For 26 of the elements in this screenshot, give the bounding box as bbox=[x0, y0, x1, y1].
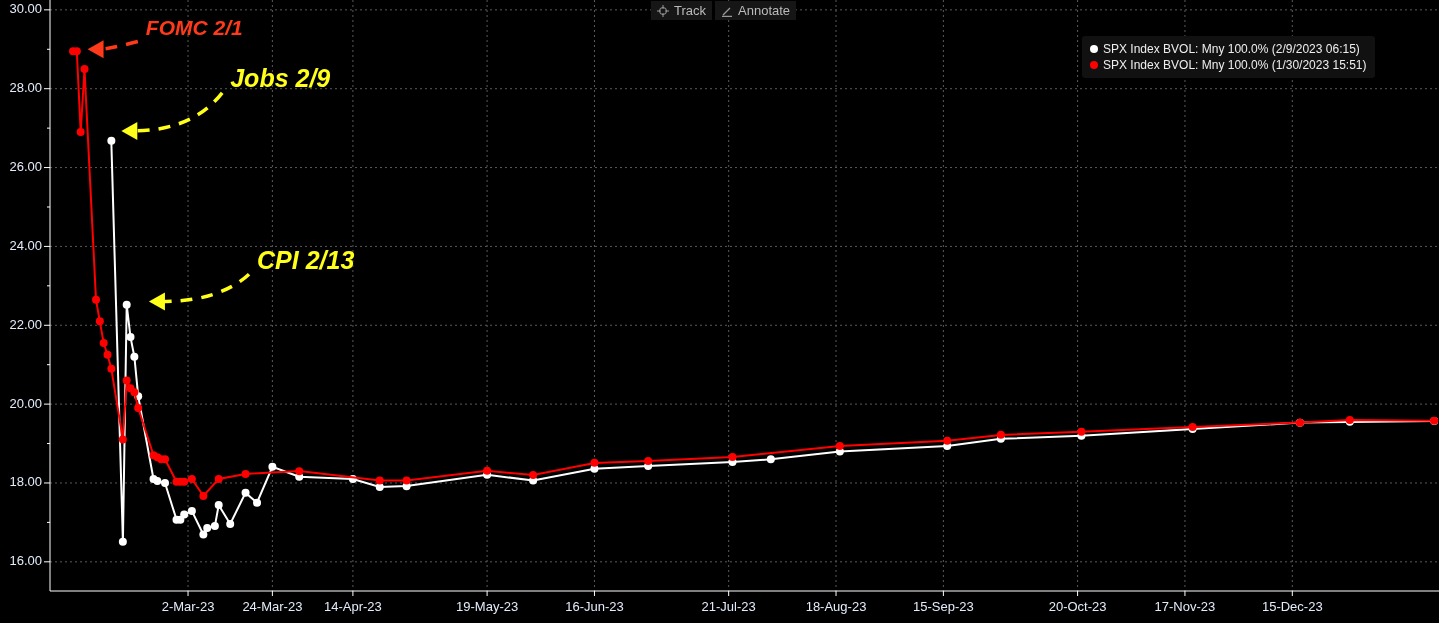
axis-label: 16-Jun-23 bbox=[565, 599, 624, 615]
axis-label: 21-Jul-23 bbox=[701, 599, 756, 615]
axis-label: 26.00 bbox=[9, 159, 42, 174]
axis-label: 2-Mar-23 bbox=[161, 599, 215, 615]
axis-label: 22.00 bbox=[9, 316, 42, 332]
annotation-text: Jobs 2/9 bbox=[230, 64, 331, 93]
axis-label: 24-Mar-23 bbox=[242, 599, 303, 615]
axis-label: 17-Nov-23 bbox=[1154, 599, 1216, 615]
axis-label: 15-Dec-23 bbox=[1261, 599, 1323, 615]
legend-label: SPX Index BVOL: Mny 100.0% (2/9/2023 06:15) bbox=[1103, 42, 1360, 56]
axis-label: 14-Apr-23 bbox=[324, 599, 382, 615]
toolbar-button[interactable]: Track bbox=[651, 1, 713, 20]
axis-label: 16.00 bbox=[9, 553, 42, 569]
axis-label: 20-Oct-23 bbox=[1048, 599, 1107, 615]
legend-label: SPX Index BVOL: Mny 100.0% (1/30/2023 15:51) bbox=[1103, 58, 1367, 72]
axis-label: 20.00 bbox=[9, 395, 42, 411]
annotation-text: FOMC 2/1 bbox=[145, 16, 243, 40]
toolbar-button[interactable]: Annotate bbox=[715, 1, 797, 20]
axis-label: 24.00 bbox=[9, 237, 42, 253]
axis-label: 15-Sep-23 bbox=[913, 599, 974, 615]
axis-label: 19-May-23 bbox=[456, 599, 519, 615]
annotation-text: CPI 2/13 bbox=[257, 245, 355, 274]
axis-label: 18.00 bbox=[9, 474, 42, 490]
axis-label: 28.00 bbox=[9, 80, 42, 96]
axis-label: 18-Aug-23 bbox=[805, 599, 867, 615]
axis-label: 30.00 bbox=[9, 1, 42, 17]
